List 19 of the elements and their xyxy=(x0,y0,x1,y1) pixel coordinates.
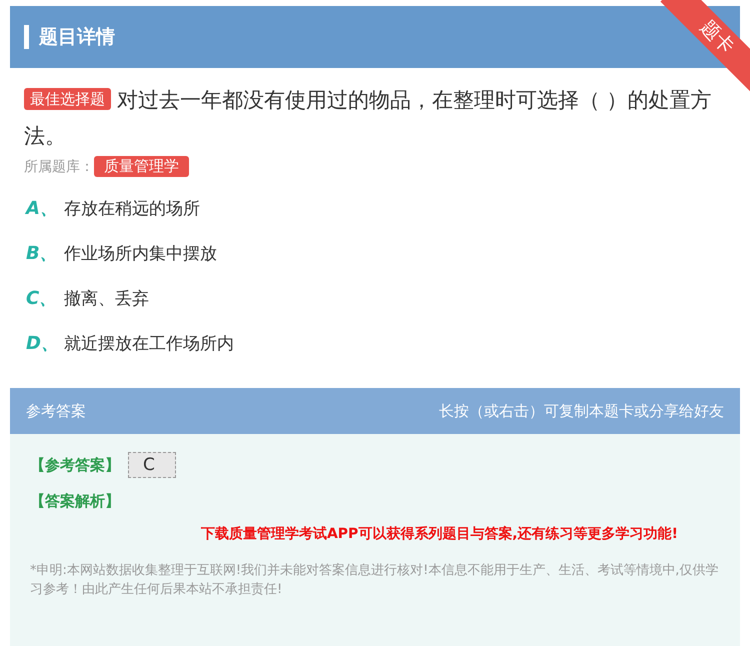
option-text: 作业场所内集中摆放 xyxy=(64,242,217,264)
disclaimer-text: *申明:本网站数据收集整理于互联网!我们并未能对答案信息进行核对!本信息不能用于生产、生活、考试等情境中,仅供学习参考！由此产生任何后果本站不承担责任! xyxy=(30,562,720,599)
option-letter: C、 xyxy=(26,287,58,310)
option-letter: A、 xyxy=(26,197,59,220)
option-letter: B、 xyxy=(26,242,59,265)
answer-title: 参考答案 xyxy=(26,402,86,420)
option-text: 存放在稍远的场所 xyxy=(64,198,200,220)
answer-value: C xyxy=(128,452,176,478)
accent-bar xyxy=(24,25,29,49)
section-title: 题目详情 xyxy=(39,25,115,50)
answer-label: 【参考答案】 xyxy=(30,456,120,474)
copy-hint: 长按（或右击）可复制本题卡或分享给好友 xyxy=(439,402,724,420)
option-text: 撤离、丢弃 xyxy=(64,288,149,310)
option-text: 就近摆放在工作场所内 xyxy=(64,332,234,354)
bank-tag[interactable]: 质量管理学 xyxy=(94,156,189,177)
analysis-label: 【答案解析】 xyxy=(30,492,121,511)
promo-text: 下载质量管理学考试APP可以获得系列题目与答案,还有练习等更多学习功能! xyxy=(200,525,679,543)
bank-label: 所属题库： xyxy=(24,158,94,176)
option-letter: D、 xyxy=(26,332,60,355)
